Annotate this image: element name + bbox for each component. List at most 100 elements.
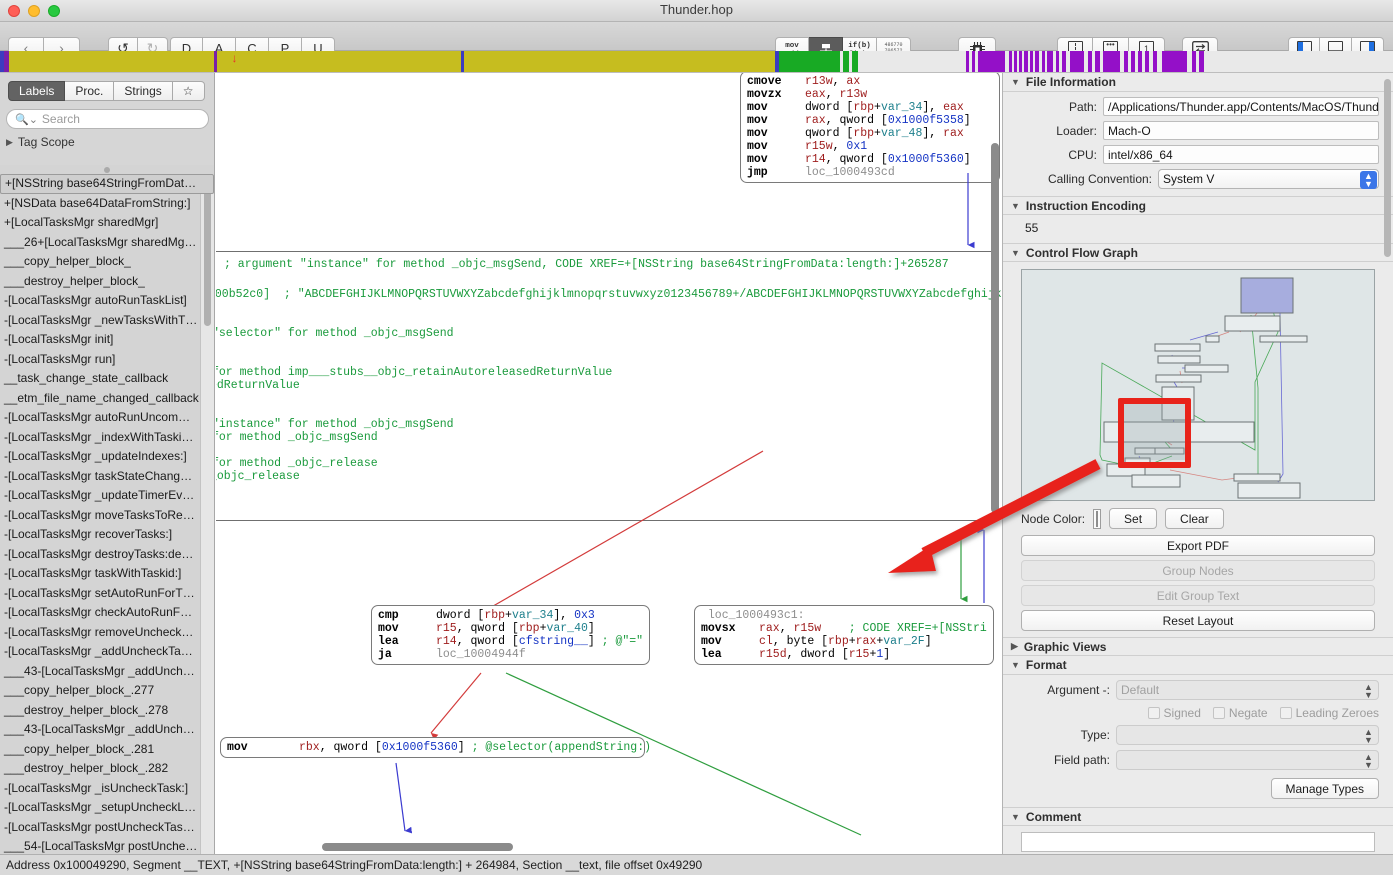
chevron-down-icon: ▼ xyxy=(1011,77,1020,87)
list-resize-handle[interactable] xyxy=(0,165,214,174)
asm-row[interactable]: mov r15, qword [rbp+var_40] xyxy=(378,622,643,635)
checkbox-icon xyxy=(1147,707,1160,719)
tab-procedures[interactable]: Proc. xyxy=(65,81,115,101)
asm-row[interactable]: mov cl, byte [rbp+rax+var_2F] xyxy=(701,635,987,648)
list-item[interactable]: ___43-[LocalTasksMgr _addUnch… xyxy=(0,662,214,682)
asm-token-pl: , xyxy=(779,622,794,635)
stepper-icon: ▲ ▼ xyxy=(1360,171,1377,189)
tab-labels[interactable]: Labels xyxy=(8,81,66,101)
asm-block-loc[interactable]: loc_1000493c1: movsx rax, r15w ; CODE XREF… xyxy=(694,605,994,665)
list-item[interactable]: -[LocalTasksMgr _indexWithTaski… xyxy=(0,428,214,448)
instruction-encoding-value: 55 xyxy=(1025,221,1039,235)
list-item[interactable]: -[LocalTasksMgr taskWithTaskid:] xyxy=(0,564,214,584)
list-item[interactable]: -[LocalTasksMgr autoRunUncom… xyxy=(0,408,214,428)
list-item[interactable]: ___54-[LocalTasksMgr postUnche… xyxy=(0,837,214,854)
chevron-down-icon: ▼ xyxy=(1011,660,1020,670)
negate-checkbox[interactable]: Negate xyxy=(1212,706,1268,720)
list-item[interactable]: ___43-[LocalTasksMgr _addUnch… xyxy=(0,720,214,740)
control-flow-graph-canvas[interactable]: cmove r13w, ax movzx eax, r13w mov dword [rbp… xyxy=(216,73,1002,854)
list-item[interactable]: +[LocalTasksMgr sharedMgr] xyxy=(0,213,214,233)
list-item[interactable]: ___destroy_helper_block_.282 xyxy=(0,759,214,779)
node-color-swatch[interactable] xyxy=(1093,508,1102,529)
asm-row[interactable]: cmp dword [rbp+var_34], 0x3 xyxy=(378,609,643,622)
edit-group-text-button[interactable]: Edit Group Text xyxy=(1021,585,1375,606)
asm-row[interactable]: lea r14, qword [cfstring__] ; @"=" xyxy=(378,635,643,648)
reset-layout-button[interactable]: Reset Layout xyxy=(1021,610,1375,631)
list-item[interactable]: -[LocalTasksMgr _addUncheckTa… xyxy=(0,642,214,662)
list-item[interactable]: -[LocalTasksMgr destroyTasks:de… xyxy=(0,545,214,565)
list-item[interactable]: -[LocalTasksMgr checkAutoRunF… xyxy=(0,603,214,623)
list-item[interactable]: __task_change_state_callback xyxy=(0,369,214,389)
asm-token-pl: , dword [ xyxy=(786,648,849,661)
export-pdf-button[interactable]: Export PDF xyxy=(1021,535,1375,556)
type-select[interactable]: ▲ ▼ xyxy=(1116,725,1379,745)
search-input[interactable]: 🔍⌄ Search xyxy=(6,109,209,129)
list-item[interactable]: ___destroy_helper_block_ xyxy=(0,272,214,292)
list-item[interactable]: -[LocalTasksMgr init] xyxy=(0,330,214,350)
list-item[interactable]: ___destroy_helper_block_.278 xyxy=(0,701,214,721)
asm-block-cmp[interactable]: cmp dword [rbp+var_34], 0x3 mov r15, qword … xyxy=(371,605,650,665)
loader-value[interactable]: Mach-O xyxy=(1103,121,1379,140)
comment-input[interactable] xyxy=(1021,832,1375,852)
vertical-scrollbar[interactable] xyxy=(991,143,999,513)
navstrip-segment xyxy=(1103,51,1120,72)
list-item[interactable]: ___26+[LocalTasksMgr sharedMg… xyxy=(0,233,214,253)
horizontal-scrollbar[interactable] xyxy=(322,843,513,851)
calling-convention-select[interactable]: System V ▲ ▼ xyxy=(1158,169,1379,189)
list-item[interactable]: -[LocalTasksMgr _updateTimerEv… xyxy=(0,486,214,506)
inspector-scrollbar[interactable] xyxy=(1384,79,1391,257)
section-instruction-encoding[interactable]: ▼ Instruction Encoding xyxy=(1003,196,1393,215)
cpu-value[interactable]: intel/x86_64 xyxy=(1103,145,1379,164)
list-item[interactable]: +[NSData base64DataFromString:] xyxy=(0,194,214,214)
list-item[interactable]: -[LocalTasksMgr taskStateChang… xyxy=(0,467,214,487)
list-item[interactable]: -[LocalTasksMgr _isUncheckTask:] xyxy=(0,779,214,799)
navstrip-segment xyxy=(1070,51,1084,72)
list-item[interactable]: -[LocalTasksMgr run] xyxy=(0,350,214,370)
list-item[interactable]: -[LocalTasksMgr _setupUncheckL… xyxy=(0,798,214,818)
list-item[interactable]: ___copy_helper_block_.277 xyxy=(0,681,214,701)
asm-block-mov[interactable]: mov rbx, qword [0x1000f5360] ; @selector(… xyxy=(220,737,651,758)
section-control-flow-graph[interactable]: ▼ Control Flow Graph xyxy=(1003,243,1393,262)
tag-scope-disclosure[interactable]: ▶ Tag Scope xyxy=(6,135,75,149)
section-format[interactable]: ▼ Format xyxy=(1003,656,1393,675)
signed-checkbox[interactable]: Signed xyxy=(1147,706,1201,720)
list-item[interactable]: -[LocalTasksMgr autoRunTaskList] xyxy=(0,291,214,311)
list-item[interactable]: -[LocalTasksMgr setAutoRunForT… xyxy=(0,584,214,604)
section-comment[interactable]: ▼ Comment xyxy=(1003,807,1393,826)
list-item[interactable]: __etm_file_name_changed_callback xyxy=(0,389,214,409)
manage-types-button[interactable]: Manage Types xyxy=(1270,778,1379,799)
section-file-information[interactable]: ▼ File Information xyxy=(1003,73,1393,92)
asm-row[interactable]: lea r15d, dword [r15+1] xyxy=(701,648,987,661)
argument-select[interactable]: Default ▲ ▼ xyxy=(1116,680,1379,700)
list-item[interactable]: -[LocalTasksMgr removeUncheck… xyxy=(0,623,214,643)
tab-strings[interactable]: Strings xyxy=(114,81,173,101)
list-item[interactable]: -[LocalTasksMgr moveTasksToRe… xyxy=(0,506,214,526)
list-item[interactable]: -[LocalTasksMgr postUncheckTas… xyxy=(0,818,214,838)
section-graphic-views[interactable]: ▶ Graphic Views xyxy=(1003,637,1393,656)
clear-color-button[interactable]: Clear xyxy=(1165,508,1224,529)
list-item[interactable]: -[LocalTasksMgr recoverTasks:] xyxy=(0,525,214,545)
group-nodes-button[interactable]: Group Nodes xyxy=(1021,560,1375,581)
right-inspector: ▼ File Information Path: /Applications/T… xyxy=(1002,73,1393,854)
stepper-icon: ▲ ▼ xyxy=(1364,752,1373,770)
list-item[interactable]: ___copy_helper_block_ xyxy=(0,252,214,272)
asm-row[interactable]: movsx rax, r15w ; CODE XREF=+[NSStri xyxy=(701,622,987,635)
asm-row[interactable]: ja loc_10004944f xyxy=(378,648,643,661)
list-item[interactable]: -[LocalTasksMgr _updateIndexes:] xyxy=(0,447,214,467)
asm-token-lc: loc_10004944f xyxy=(436,648,526,661)
asm-token-num: 0x3 xyxy=(574,609,595,622)
path-value[interactable]: /Applications/Thunder.app/Contents/MacOS… xyxy=(1103,97,1379,116)
list-item[interactable]: -[LocalTasksMgr _newTasksWithT… xyxy=(0,311,214,331)
labels-list[interactable]: +[NSString base64StringFromDat… +[NSData … xyxy=(0,174,214,854)
list-item[interactable]: ___copy_helper_block_.281 xyxy=(0,740,214,760)
asm-token-pl xyxy=(821,622,849,635)
asm-token-reg: rbp xyxy=(518,622,540,635)
list-item[interactable]: +[NSString base64StringFromDat… xyxy=(0,174,214,194)
leading-zeroes-checkbox[interactable]: Leading Zeroes xyxy=(1279,706,1379,720)
asm-row[interactable]: mov rbx, qword [0x1000f5360] ; @selector(… xyxy=(227,741,651,754)
tab-favorites[interactable]: ☆ xyxy=(172,81,205,101)
cfg-thumbnail[interactable] xyxy=(1021,269,1375,501)
field-path-select[interactable]: ▲ ▼ xyxy=(1116,750,1379,770)
set-color-button[interactable]: Set xyxy=(1109,508,1158,529)
navigation-strip[interactable]: ↓ xyxy=(0,51,1393,73)
